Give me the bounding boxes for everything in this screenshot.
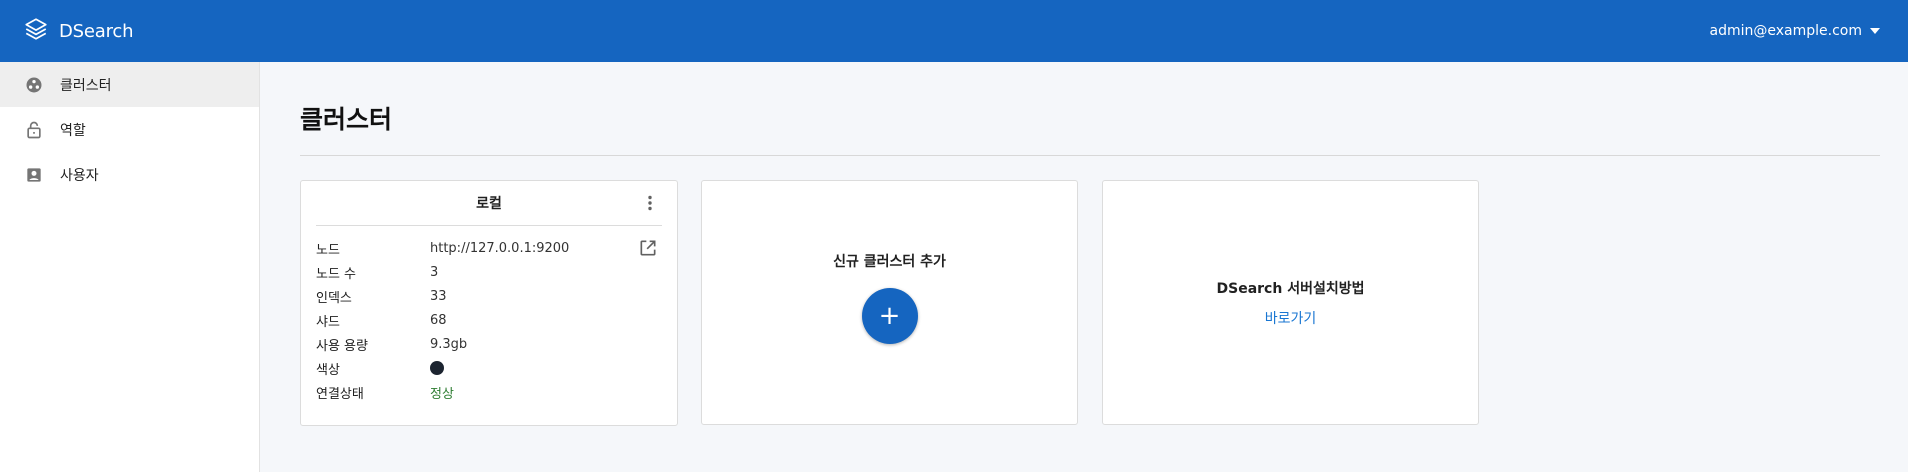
app-logo[interactable]: DSearch: [23, 16, 134, 46]
info-key: 사용 용량: [316, 338, 368, 354]
info-row-index: 인덱스 33: [316, 284, 662, 308]
sidebar-item-roles[interactable]: 역할: [0, 107, 259, 152]
user-menu[interactable]: admin@example.com: [1710, 0, 1880, 62]
cluster-card-local[interactable]: 로컬 노드 http://127.0.0.1:9200 노드 수 3 인덱스 3…: [300, 180, 678, 426]
app-name: DSearch: [59, 20, 134, 42]
title-divider: [300, 155, 1880, 156]
user-email: admin@example.com: [1709, 23, 1862, 39]
add-cluster-content: 신규 클러스터 추가 +: [702, 181, 1077, 424]
info-value: 33: [430, 288, 447, 304]
add-cluster-title: 신규 클러스터 추가: [833, 254, 946, 270]
info-row-usage: 사용 용량 9.3gb: [316, 332, 662, 356]
info-row-node-count: 노드 수 3: [316, 260, 662, 284]
sidebar-item-label: 역할: [60, 122, 86, 139]
more-vert-icon[interactable]: [640, 193, 660, 213]
info-value: 68: [430, 312, 447, 328]
info-key: 노드 수: [316, 266, 357, 282]
card-title: 로컬: [476, 196, 502, 212]
install-guide-card: DSearch 서버설치방법 바로가기: [1102, 180, 1479, 425]
info-row-status: 연결상태 정상: [316, 380, 662, 404]
open-in-new-icon[interactable]: [638, 238, 658, 258]
lock-icon: [24, 120, 44, 140]
cluster-icon: [24, 75, 44, 95]
app-bar: DSearch admin@example.com: [0, 0, 1908, 62]
install-guide-link[interactable]: 바로가기: [1265, 308, 1317, 328]
info-value: 3: [430, 264, 439, 280]
info-key: 색상: [316, 362, 340, 378]
info-row-shard: 샤드 68: [316, 308, 662, 332]
info-key: 연결상태: [316, 386, 364, 402]
add-cluster-card: 신규 클러스터 추가 +: [701, 180, 1078, 425]
info-row-color: 색상: [316, 356, 662, 380]
info-value: 9.3gb: [430, 336, 468, 352]
caret-down-icon: [1870, 28, 1880, 34]
status-badge: 정상: [430, 386, 454, 402]
account-box-icon: [24, 165, 44, 185]
info-key: 샤드: [316, 314, 340, 330]
layers-icon: [23, 16, 49, 46]
main-content: 클러스터 로컬 노드 http://127.0.0.1:9200 노드 수 3 …: [261, 62, 1908, 472]
info-key: 노드: [316, 242, 340, 258]
sidebar-item-label: 클러스터: [60, 77, 112, 94]
card-header: 로컬: [316, 181, 662, 226]
cluster-info: 노드 http://127.0.0.1:9200 노드 수 3 인덱스 33 샤…: [316, 236, 662, 404]
add-cluster-button[interactable]: +: [861, 288, 918, 344]
info-row-node: 노드 http://127.0.0.1:9200: [316, 236, 662, 260]
node-url: http://127.0.0.1:9200: [430, 240, 570, 256]
info-key: 인덱스: [316, 290, 352, 306]
sidebar: 클러스터 역할 사용자: [0, 62, 260, 472]
sidebar-item-cluster[interactable]: 클러스터: [0, 62, 259, 107]
install-guide-content: DSearch 서버설치방법 바로가기: [1103, 181, 1478, 424]
install-guide-title: DSearch 서버설치방법: [1216, 280, 1365, 297]
sidebar-item-users[interactable]: 사용자: [0, 152, 259, 197]
page-title: 클러스터: [300, 105, 393, 134]
sidebar-item-label: 사용자: [60, 167, 99, 184]
plus-icon: +: [878, 301, 901, 331]
color-swatch: [430, 361, 444, 375]
